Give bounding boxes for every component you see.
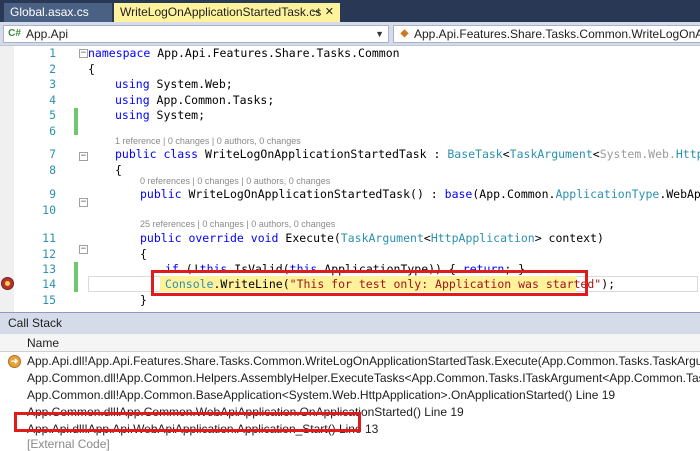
code-text: public override void Execute(TaskArgumen… <box>140 231 604 245</box>
line-number: 9 <box>49 187 56 201</box>
code-text: } <box>140 292 147 307</box>
code-text: { <box>115 162 122 177</box>
highlight-box-frame <box>14 412 361 432</box>
column-header-name[interactable]: Name <box>0 334 700 352</box>
close-icon[interactable]: ✕ <box>325 3 334 22</box>
tab-write-log-task[interactable]: WriteLogOnApplicationStartedTask.cs ⊣ ✕ <box>114 3 340 22</box>
code-text: using System.Web; <box>115 77 233 91</box>
line-number: 6 <box>49 123 56 138</box>
current-frame-arrow-icon: ➜ <box>8 355 21 368</box>
tab-label: Global.asax.cs <box>10 5 89 19</box>
line-number: 8 <box>49 162 56 177</box>
code-line: 9 public WriteLogOnApplicationStartedTas… <box>0 187 700 203</box>
line-number: 3 <box>49 77 56 91</box>
code-text: using App.Common.Tasks; <box>115 92 275 107</box>
code-line: 4 using App.Common.Tasks; <box>0 93 700 109</box>
code-line: 11 public override void Execute(TaskArgu… <box>0 231 700 247</box>
code-line: 6 <box>0 124 700 140</box>
line-number: 10 <box>42 202 56 217</box>
frame-text: App.Common.dll!App.Common.BaseApplicatio… <box>27 388 616 402</box>
highlight-box-statement <box>151 270 588 296</box>
project-dropdown[interactable]: C# App.Api ▼ <box>3 25 389 43</box>
code-text: using System; <box>115 108 206 122</box>
call-stack-panel[interactable]: Name ➜ App.Api.dll!App.Api.Features.Shar… <box>0 334 700 451</box>
code-line: 7 public class WriteLogOnApplicationStar… <box>0 147 700 163</box>
frame-text: App.Common.dll!App.Common.Helpers.Assemb… <box>27 371 700 385</box>
line-number: 14 <box>42 277 56 291</box>
line-number: 12 <box>42 246 56 261</box>
line-number: 2 <box>49 61 56 76</box>
code-editor[interactable]: − − − − 1 namespace App.Api.Features.Sha… <box>0 46 700 312</box>
chevron-down-icon[interactable]: ▼ <box>375 26 384 42</box>
code-text: public class WriteLogOnApplicationStarte… <box>115 147 700 161</box>
project-name: App.Api <box>26 27 69 41</box>
tab-label: WriteLogOnApplicationStartedTask.cs <box>120 5 322 19</box>
line-number: 5 <box>49 108 56 122</box>
line-number: 1 <box>49 46 56 60</box>
line-number: 11 <box>42 231 56 245</box>
code-line: 12 { <box>0 247 700 263</box>
breakpoint-current-statement-icon[interactable] <box>1 277 14 290</box>
code-line: 10 <box>0 203 700 219</box>
line-number: 4 <box>49 92 56 107</box>
class-icon: ◆ <box>400 28 409 39</box>
type-name: App.Api.Features.Share.Tasks.Common.Writ… <box>414 27 700 41</box>
call-stack-title: Call Stack <box>0 312 700 334</box>
code-line: 5 using System; <box>0 108 700 124</box>
code-text: public WriteLogOnApplicationStartedTask(… <box>140 187 700 201</box>
code-text: namespace App.Api.Features.Share.Tasks.C… <box>88 46 400 60</box>
type-dropdown[interactable]: ◆ App.Api.Features.Share.Tasks.Common.Wr… <box>393 25 700 43</box>
line-number: 15 <box>42 292 56 307</box>
code-line: 1 namespace App.Api.Features.Share.Tasks… <box>0 46 700 62</box>
call-stack-row[interactable]: App.Common.dll!App.Common.Helpers.Assemb… <box>0 370 700 387</box>
code-text: { <box>140 246 147 261</box>
line-number: 13 <box>42 262 56 276</box>
frame-text: App.Api.dll!App.Api.Features.Share.Tasks… <box>27 354 700 368</box>
code-line: 2 { <box>0 62 700 78</box>
line-number: 7 <box>49 147 56 161</box>
code-line: 3 using System.Web; <box>0 77 700 93</box>
call-stack-row[interactable]: App.Common.dll!App.Common.BaseApplicatio… <box>0 387 700 404</box>
tab-global-asax[interactable]: Global.asax.cs <box>4 3 112 22</box>
call-stack-row[interactable]: ➜ App.Api.dll!App.Api.Features.Share.Tas… <box>0 353 700 370</box>
frame-text: [External Code] <box>27 437 110 451</box>
pin-icon[interactable]: ⊣ <box>311 3 320 22</box>
code-text: { <box>88 61 95 76</box>
document-tab-bar: Global.asax.cs WriteLogOnApplicationStar… <box>0 0 700 22</box>
call-stack-row-external[interactable]: [External Code] <box>0 436 700 451</box>
project-icon: C# <box>8 28 21 39</box>
navigation-bar: C# App.Api ▼ ◆ App.Api.Features.Share.Ta… <box>0 22 700 46</box>
code-line: 8 { <box>0 163 700 179</box>
